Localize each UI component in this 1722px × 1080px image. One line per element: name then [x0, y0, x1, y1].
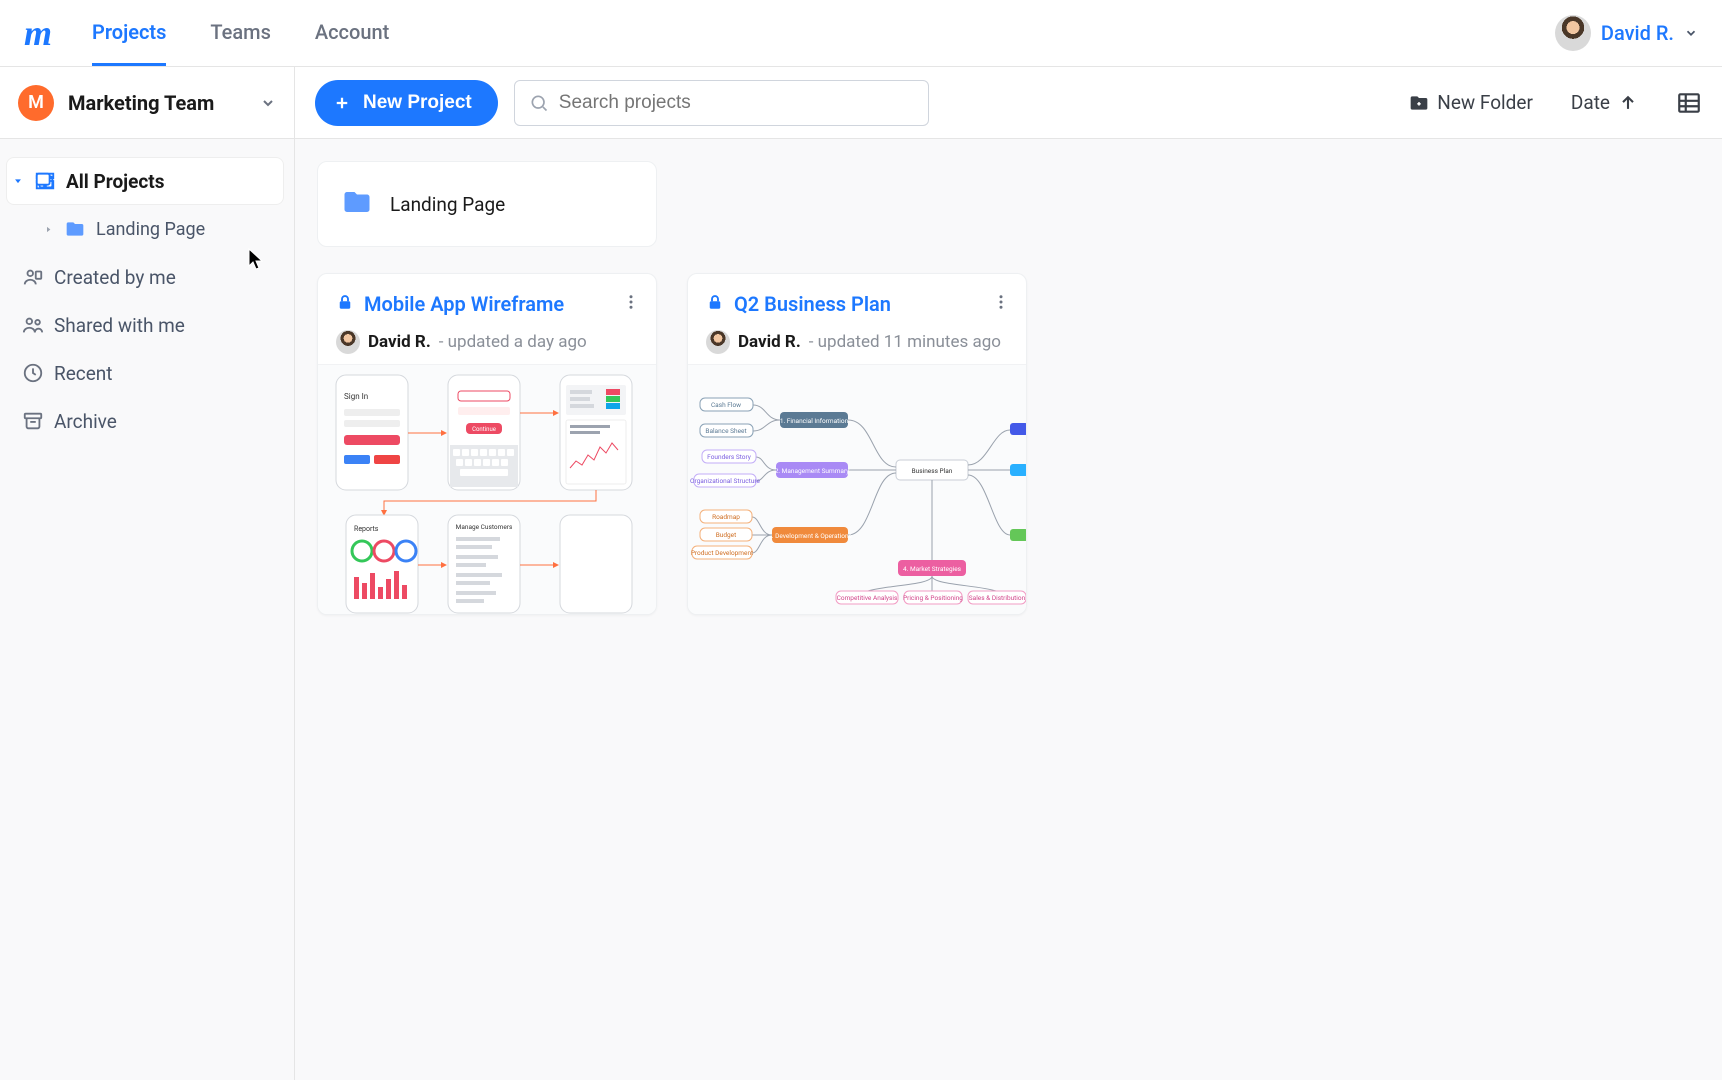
nav-tab-teams[interactable]: Teams — [210, 0, 270, 66]
project-card[interactable]: Q2 Business Plan David R. - updated 11 m… — [687, 273, 1027, 615]
svg-text:2. Management Summary: 2. Management Summary — [775, 467, 850, 475]
svg-text:Reports: Reports — [354, 525, 379, 533]
author-avatar — [706, 330, 730, 354]
svg-text:Founders Story: Founders Story — [707, 453, 751, 461]
new-folder-button[interactable]: New Folder — [1409, 91, 1533, 114]
svg-text:3. Development & Operations: 3. Development & Operations — [768, 532, 852, 540]
lock-icon — [706, 293, 724, 315]
search-icon — [529, 93, 549, 113]
svg-text:Budget: Budget — [716, 531, 737, 539]
app-logo: m — [24, 15, 52, 51]
sidebar-item-archive[interactable]: Archive — [6, 397, 284, 445]
sidebar-item-label: Created by me — [54, 266, 176, 289]
top-nav: m Projects Teams Account David R. — [0, 0, 1722, 67]
sidebar-item-label: Landing Page — [96, 219, 205, 240]
new-project-button[interactable]: New Project — [315, 80, 498, 126]
sidebar-item-recent[interactable]: Recent — [6, 349, 284, 397]
clock-icon — [22, 362, 44, 384]
sidebar-item-landing-page[interactable]: Landing Page — [6, 205, 284, 253]
archive-icon — [22, 410, 44, 432]
svg-text:Organizational Structure: Organizational Structure — [690, 477, 760, 485]
nav-tab-account[interactable]: Account — [315, 0, 389, 66]
user-avatar — [1555, 15, 1591, 51]
plus-icon — [333, 94, 351, 112]
folder-card[interactable]: Landing Page — [317, 161, 657, 247]
tool-label: Date — [1571, 91, 1610, 114]
arrow-up-icon — [1618, 93, 1638, 113]
nav-tabs: Projects Teams Account — [92, 0, 389, 66]
svg-text:Balance Sheet: Balance Sheet — [705, 427, 746, 435]
sidebar-item-label: All Projects — [66, 170, 164, 193]
sidebar-item-label: Shared with me — [54, 314, 185, 337]
sidebar: M Marketing Team All Projects — [0, 67, 295, 1080]
sidebar-item-label: Recent — [54, 362, 113, 385]
svg-text:Sales & Distribution: Sales & Distribution — [969, 594, 1026, 602]
author-avatar — [336, 330, 360, 354]
chevron-down-icon — [260, 95, 276, 111]
folder-icon — [340, 187, 374, 222]
svg-text:Sign In: Sign In — [344, 392, 368, 401]
project-thumbnail: Business Plan — [688, 364, 1026, 614]
svg-text:Cash Flow: Cash Flow — [711, 401, 741, 409]
project-title: Mobile App Wireframe — [364, 292, 612, 316]
project-thumbnail: Sign In — [318, 364, 656, 614]
chevron-down-icon — [1684, 26, 1698, 40]
svg-text:Business Plan: Business Plan — [912, 467, 953, 475]
caret-down-icon — [12, 176, 24, 186]
svg-text:Roadmap: Roadmap — [712, 513, 740, 521]
team-badge: M — [18, 85, 54, 121]
updated-time: - updated 11 minutes ago — [809, 332, 1001, 352]
project-title: Q2 Business Plan — [734, 292, 982, 316]
folder-icon — [64, 219, 86, 239]
folder-name: Landing Page — [390, 193, 505, 216]
user-menu[interactable]: David R. — [1555, 15, 1698, 51]
sidebar-item-created-by-me[interactable]: Created by me — [6, 253, 284, 301]
nav-tab-projects[interactable]: Projects — [92, 0, 166, 66]
new-folder-icon — [1409, 93, 1429, 113]
search-input[interactable] — [559, 92, 914, 114]
svg-text:Competitive Analysis: Competitive Analysis — [837, 594, 898, 602]
svg-text:Continue: Continue — [472, 426, 496, 433]
projects-row: Mobile App Wireframe David R. - updated … — [317, 273, 1700, 615]
sidebar-item-all-projects[interactable]: All Projects — [6, 157, 284, 205]
author-name: David R. — [368, 332, 431, 352]
sidebar-tree: All Projects Landing Page Created by me — [0, 139, 294, 445]
svg-text:4. Market Strategies: 4. Market Strategies — [903, 565, 962, 573]
people-icon — [22, 314, 44, 336]
caret-right-icon — [42, 225, 54, 234]
search-input-wrapper[interactable] — [514, 80, 929, 126]
sidebar-item-label: Archive — [54, 410, 117, 433]
svg-text:1. Financial Information: 1. Financial Information — [780, 417, 849, 425]
sidebar-item-shared-with-me[interactable]: Shared with me — [6, 301, 284, 349]
toolbar: New Project New Folder Date — [295, 67, 1722, 139]
updated-time: - updated a day ago — [439, 332, 587, 352]
project-card[interactable]: Mobile App Wireframe David R. - updated … — [317, 273, 657, 615]
workspace: Landing Page Mobile App Wireframe — [295, 139, 1722, 637]
tool-label: New Folder — [1437, 91, 1533, 114]
lock-icon — [336, 293, 354, 315]
svg-text:Product Development: Product Development — [691, 549, 753, 557]
svg-text:Pricing & Positioning: Pricing & Positioning — [903, 594, 963, 602]
more-menu-button[interactable] — [622, 293, 640, 315]
view-list-icon[interactable] — [1676, 90, 1702, 116]
button-label: New Project — [363, 92, 472, 114]
sort-button[interactable]: Date — [1571, 91, 1638, 114]
author-name: David R. — [738, 332, 801, 352]
more-menu-button[interactable] — [992, 293, 1010, 315]
team-name: Marketing Team — [68, 91, 246, 115]
svg-text:Manage Customers: Manage Customers — [456, 523, 513, 531]
projects-icon — [34, 170, 56, 192]
person-icon — [22, 266, 44, 288]
team-selector[interactable]: M Marketing Team — [0, 67, 294, 139]
user-name: David R. — [1601, 21, 1674, 45]
content-area: New Project New Folder Date La — [295, 67, 1722, 1080]
